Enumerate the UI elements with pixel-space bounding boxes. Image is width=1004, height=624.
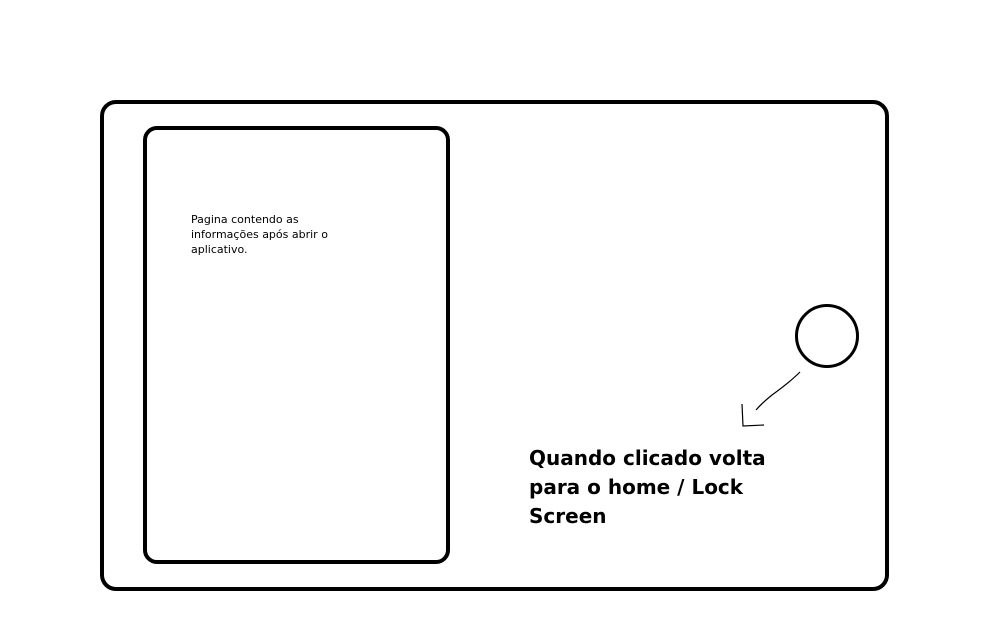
home-button[interactable]: [795, 304, 859, 368]
home-button-callout: Quando clicado volta para o home / Lock …: [529, 446, 766, 528]
screen-note: Pagina contendo as informações após abri…: [191, 213, 328, 256]
app-screen: [143, 126, 450, 564]
